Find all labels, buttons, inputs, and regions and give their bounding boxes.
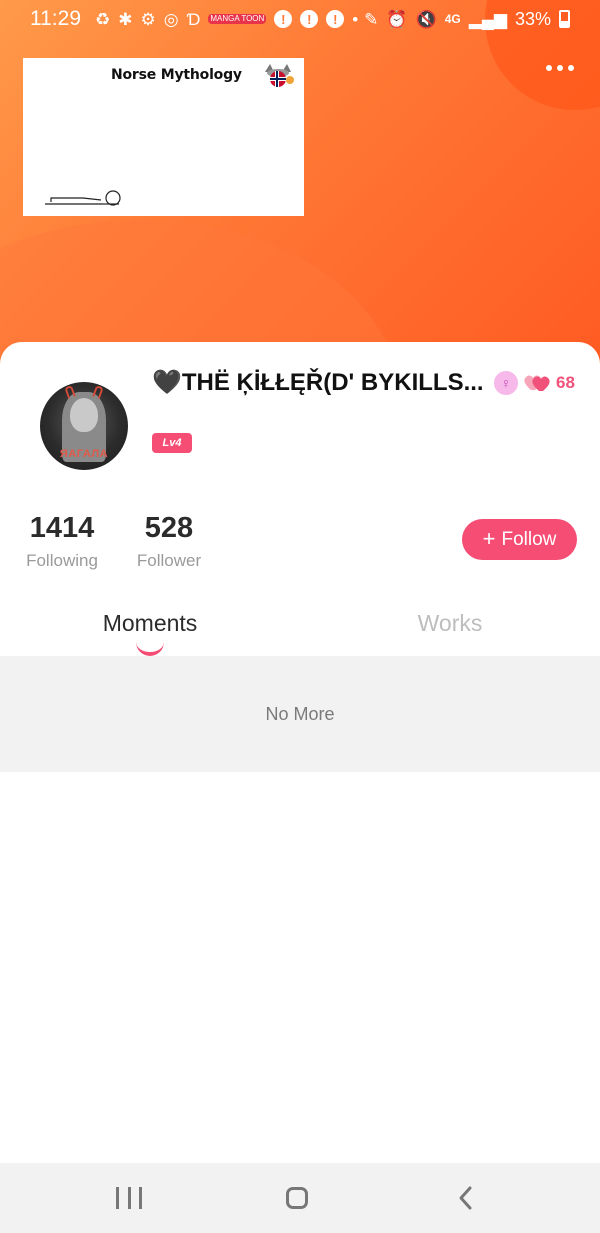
tab-moments[interactable]: Moments bbox=[60, 610, 240, 637]
recent-bar-icon bbox=[127, 1187, 131, 1209]
follow-button[interactable]: + Follow bbox=[462, 519, 577, 560]
username: 🖤THË ĶİŁŁĘŘ(D' BYKILLS... bbox=[152, 369, 484, 396]
plus-icon: + bbox=[482, 525, 496, 551]
alert-icon: ! bbox=[326, 10, 345, 28]
following-count: 1414 bbox=[29, 512, 95, 544]
messenger-icon: ◎ bbox=[163, 9, 179, 29]
disney-icon: Ɗ bbox=[186, 9, 201, 29]
pencil-icon: ✎ bbox=[364, 9, 379, 29]
avatar-face bbox=[70, 398, 98, 432]
recent-bar-icon bbox=[139, 1187, 142, 1209]
back-button[interactable] bbox=[456, 1185, 476, 1211]
battery-icon bbox=[559, 10, 570, 28]
status-time: 11:29 bbox=[30, 7, 81, 30]
settings-icon: ⚙ bbox=[140, 9, 156, 29]
signal-icon: ▂▄▆ bbox=[468, 9, 507, 29]
recent-apps-button[interactable] bbox=[116, 1187, 142, 1209]
tab-works[interactable]: Works bbox=[360, 610, 540, 637]
alarm-icon: ⏰ bbox=[386, 9, 408, 29]
follow-button-label: Follow bbox=[501, 528, 557, 550]
home-button[interactable] bbox=[286, 1187, 308, 1209]
status-bar: 11:29 ♻ ✱ ⚙ ◎ Ɗ MANGA TOON ! ! ! • ✎ ⏰ 🔇… bbox=[0, 0, 600, 38]
alert-icon: ! bbox=[274, 10, 293, 28]
puzzle-icon: ✱ bbox=[118, 9, 133, 29]
avatar-caption: ЯАГАЛА bbox=[59, 448, 109, 460]
system-navigation-bar bbox=[0, 1163, 600, 1233]
more-options-button[interactable] bbox=[540, 58, 580, 78]
following-label: Following bbox=[26, 551, 98, 570]
more-dot-icon bbox=[568, 65, 574, 71]
stick-figure-drawing bbox=[45, 190, 121, 206]
network-label: 4G bbox=[444, 12, 461, 26]
more-dot-icon bbox=[546, 65, 552, 71]
recent-bar-icon bbox=[116, 1187, 119, 1209]
norway-ball-icon bbox=[265, 64, 294, 87]
following-stat[interactable]: 1414 Following bbox=[20, 512, 104, 571]
app-notification-icon: ♻ bbox=[95, 9, 111, 29]
profile-banner-image: Norse Mythology bbox=[23, 58, 304, 216]
avatar[interactable]: ЯАГАЛА bbox=[40, 382, 128, 470]
battery-percent: 33% bbox=[514, 8, 551, 29]
mangatoon-icon: MANGA TOON bbox=[208, 14, 267, 24]
profile-header-background: 11:29 ♻ ✱ ⚙ ◎ Ɗ MANGA TOON ! ! ! • ✎ ⏰ 🔇… bbox=[0, 0, 600, 380]
alert-icon: ! bbox=[300, 10, 319, 28]
profile-card: ЯАГАЛА 🖤THË ĶİŁŁĘŘ(D' BYKILLS... ♀ 68 Lv… bbox=[0, 342, 600, 1162]
more-dot-icon bbox=[557, 65, 563, 71]
dot-icon: • bbox=[352, 9, 359, 29]
level-badge: Lv4 bbox=[152, 433, 192, 453]
banner-title: Norse Mythology bbox=[111, 67, 242, 83]
hearts-icon bbox=[524, 375, 550, 391]
active-tab-indicator bbox=[136, 642, 164, 656]
avatar-horn bbox=[64, 384, 76, 400]
follower-label: Follower bbox=[136, 551, 202, 570]
female-gender-icon: ♀ bbox=[494, 371, 518, 395]
follower-stat[interactable]: 528 Follower bbox=[128, 512, 210, 571]
empty-feed-message: No More bbox=[0, 656, 600, 772]
likes-count: 68 bbox=[556, 373, 575, 392]
follower-count: 528 bbox=[144, 512, 194, 544]
avatar-horn bbox=[92, 384, 104, 400]
mute-icon: 🔇 bbox=[415, 9, 437, 29]
